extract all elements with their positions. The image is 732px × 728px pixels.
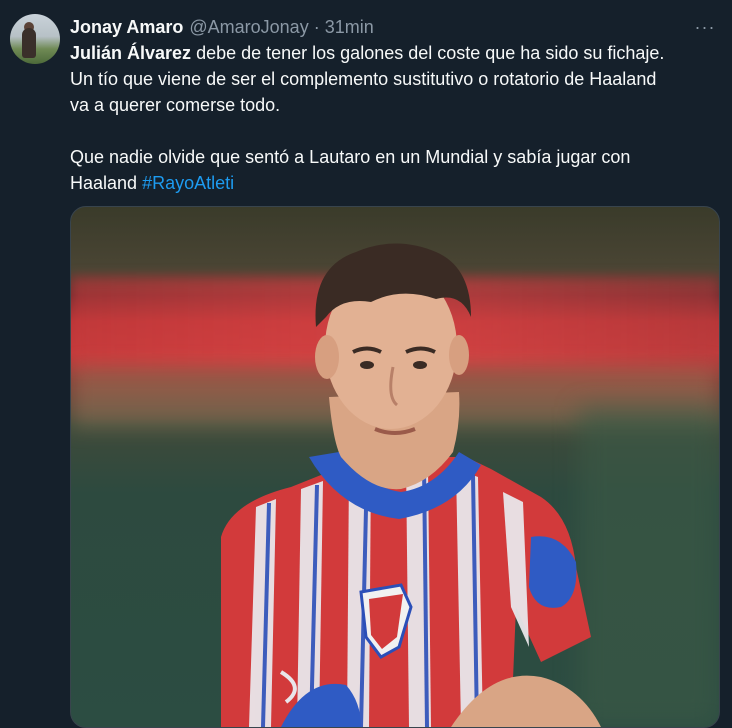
more-options-icon[interactable]: ···	[692, 14, 718, 40]
tweet-time[interactable]: 31min	[325, 17, 374, 38]
avatar[interactable]	[10, 14, 60, 64]
line5-text: Haaland	[70, 173, 143, 193]
hashtag-link[interactable]: #RayoAtleti	[142, 173, 234, 193]
tweet-header: Jonay Amaro @AmaroJonay · 31min ···	[70, 14, 718, 40]
author-handle[interactable]: @AmaroJonay	[189, 17, 308, 38]
tweet-line-3: va a querer comerse todo.	[70, 95, 281, 115]
tweet-line-4: Que nadie olvide que sentó a Lautaro en …	[70, 147, 631, 167]
tweet-line-5: Haaland #RayoAtleti	[70, 170, 720, 196]
author-name[interactable]: Jonay Amaro	[70, 17, 183, 38]
header-separator: ·	[313, 16, 320, 37]
tweet-line-1: Julián Álvarez debe de tener los galones…	[70, 40, 720, 66]
tweet-photo[interactable]	[70, 206, 720, 728]
line1-rest: debe de tener los galones del coste que …	[191, 43, 665, 63]
player-name: Julián Álvarez	[70, 43, 192, 63]
avatar-figure	[22, 28, 36, 58]
tweet-text: Julián Álvarez debe de tener los galones…	[70, 40, 720, 196]
tweet-line-2: Un tío que viene de ser el complemento s…	[70, 69, 657, 89]
player-photo	[221, 243, 601, 727]
